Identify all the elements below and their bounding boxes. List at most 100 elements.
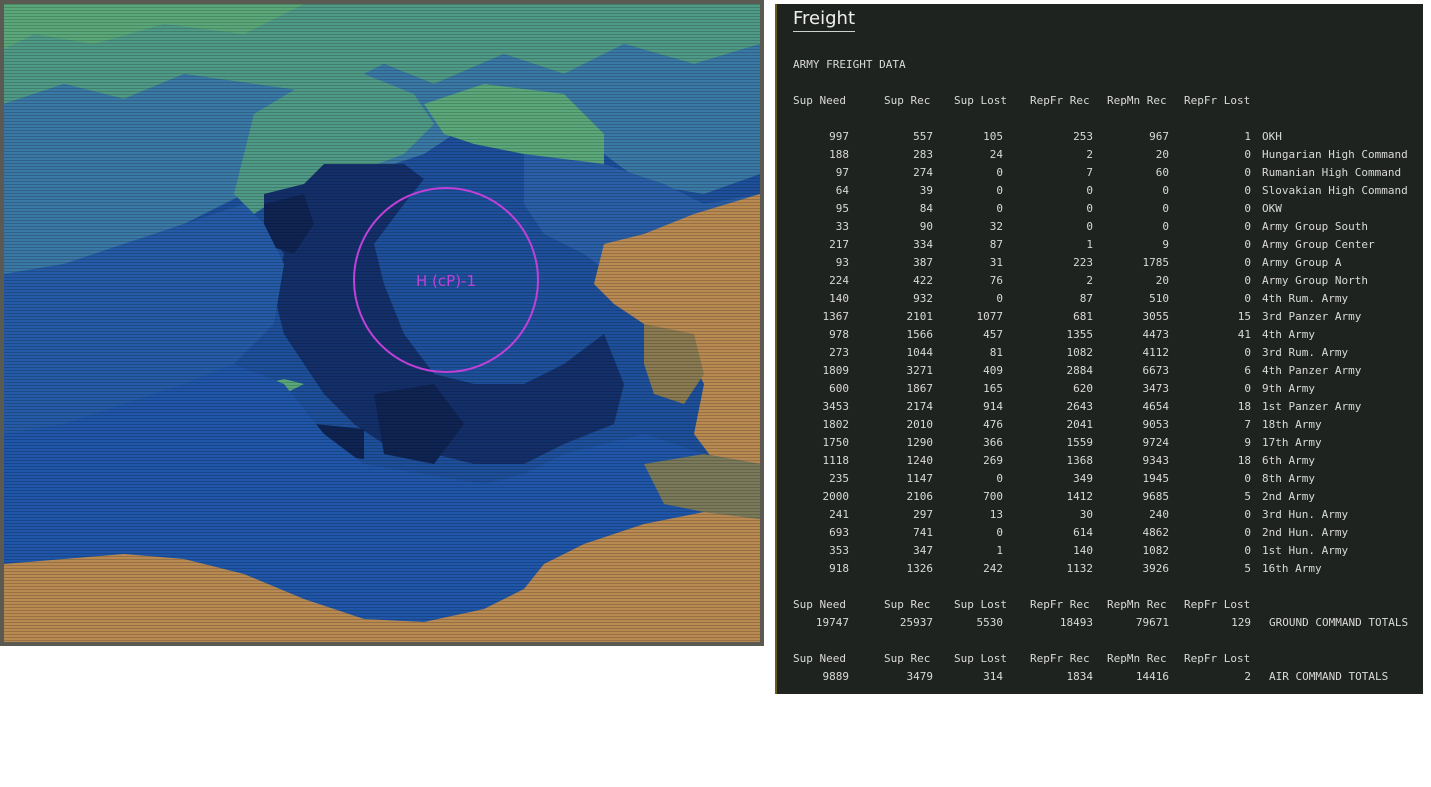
cell-sup-need: 9889 [822,670,850,683]
cell-unit-name: 18th Army [1262,418,1322,431]
cell-sup-need: 64 [835,184,849,197]
cell-sup-lost: 105 [983,130,1003,143]
cell-repfr-rec: 2041 [1066,418,1094,431]
cell-repfr-lost: 0 [1244,292,1251,305]
cell-sup-need: 19747 [815,616,849,629]
ground-totals-row: 19747 25937 5530 18493 79671 129 GROUND … [793,616,1408,634]
cell-repfr-lost: 0 [1244,382,1251,395]
cell-repfr-lost: 0 [1244,166,1251,179]
cell-sup-rec: 422 [913,274,933,287]
cell-unit-name: 4th Army [1262,328,1315,341]
cell-sup-lost: 87 [989,238,1003,251]
cell-sup-need: 224 [829,274,849,287]
cell-sup-rec: 334 [913,238,933,251]
cell-repfr-lost: 0 [1244,346,1251,359]
cell-repmn-rec: 9053 [1142,418,1170,431]
cell-sup-lost: 314 [983,670,1003,683]
cell-sup-rec: 39 [919,184,933,197]
cell-sup-rec: 84 [919,202,933,215]
cell-repfr-lost: 15 [1237,310,1251,323]
weather-map[interactable]: H (cP)-1 [4,4,760,642]
cell-sup-rec: 1326 [906,562,934,575]
cell-sup-lost: 13 [989,508,1003,521]
cell-repfr-rec: 1082 [1066,346,1094,359]
cell-unit-name: Rumanian High Command [1262,166,1402,179]
cell-sup-lost: 366 [983,436,1003,449]
cell-repmn-rec: 14416 [1135,670,1169,683]
cell-sup-need: 235 [829,472,849,485]
cell-sup-lost: 76 [989,274,1003,287]
cell-repfr-lost: 41 [1237,328,1251,341]
cell-unit-name: Hungarian High Command [1262,148,1408,161]
cell-sup-lost: 476 [983,418,1003,431]
cell-sup-need: 1118 [822,454,850,467]
cell-sup-rec: 347 [913,544,933,557]
cell-repmn-rec: 4473 [1142,328,1170,341]
cell-sup-lost: 0 [996,292,1003,305]
cell-repfr-lost: 7 [1244,418,1251,431]
cell-sup-lost: 5530 [976,616,1004,629]
cell-repfr-rec: 0 [1086,202,1093,215]
cell-sup-need: 188 [829,148,849,161]
cell-repfr-rec: 1412 [1066,490,1094,503]
col-header-sup-need: Sup Need [793,598,846,611]
cell-repfr-rec: 2643 [1066,400,1094,413]
cell-repmn-rec: 3926 [1142,562,1170,575]
cell-sup-lost: 24 [989,148,1003,161]
cell-unit-name: Army Group A [1262,256,1342,269]
cell-repmn-rec: 9343 [1142,454,1170,467]
cell-repfr-lost: 18 [1237,400,1251,413]
cell-repfr-lost: 0 [1244,544,1251,557]
cell-repmn-rec: 20 [1155,274,1169,287]
cell-repfr-lost: 0 [1244,238,1251,251]
cell-sup-rec: 297 [913,508,933,521]
cell-repmn-rec: 79671 [1135,616,1169,629]
cell-repfr-lost: 5 [1244,562,1251,575]
col-header-repfr-rec: RepFr Rec [1030,94,1090,107]
cell-sup-need: 1802 [822,418,850,431]
col-header-repmn-rec: RepMn Rec [1107,598,1167,611]
cell-total-label: AIR COMMAND TOTALS [1269,670,1389,683]
cell-sup-lost: 165 [983,382,1003,395]
col-header-sup-need: Sup Need [793,652,846,665]
cell-sup-lost: 81 [989,346,1003,359]
col-header-sup-lost: Sup Lost [954,94,1007,107]
cell-sup-need: 693 [829,526,849,539]
ground-totals-header-row: Sup Need Sup Rec Sup Lost RepFr Rec RepM… [793,598,1250,614]
col-header-repfr-lost: RepFr Lost [1184,652,1251,665]
air-totals-row: 9889 3479 314 1834 14416 2 AIR COMMAND T… [793,670,1389,688]
weather-map-frame: H (cP)-1 [0,0,764,646]
cell-sup-lost: 1077 [976,310,1004,323]
panel-edge [775,4,777,694]
col-header-repfr-rec: RepFr Rec [1030,598,1090,611]
section-label: ARMY FREIGHT DATA [793,58,906,71]
cell-sup-lost: 457 [983,328,1003,341]
cell-sup-need: 93 [835,256,849,269]
col-header-sup-rec: Sup Rec [884,652,931,665]
panel-title: Freight [793,8,856,32]
cell-repfr-lost: 2 [1244,670,1251,683]
cell-unit-name: 3rd Hun. Army [1262,508,1349,521]
cell-unit-name: 4th Rum. Army [1262,292,1349,305]
cell-sup-rec: 2174 [906,400,934,413]
cell-repmn-rec: 9 [1162,238,1169,251]
cell-repfr-rec: 0 [1086,184,1093,197]
pressure-system-label: H (cP)-1 [416,272,476,290]
cell-sup-need: 1750 [822,436,850,449]
cell-unit-name: 1st Panzer Army [1262,400,1362,413]
cell-unit-name: 3rd Panzer Army [1262,310,1362,323]
cell-sup-rec: 2010 [906,418,934,431]
cell-repfr-rec: 87 [1079,292,1093,305]
cell-repmn-rec: 4112 [1142,346,1170,359]
cell-sup-need: 3453 [822,400,850,413]
cell-sup-lost: 269 [983,454,1003,467]
cell-repmn-rec: 4654 [1142,400,1170,413]
cell-repfr-lost: 9 [1244,436,1251,449]
cell-repfr-rec: 1132 [1066,562,1094,575]
cell-repmn-rec: 1785 [1142,256,1170,269]
cell-sup-lost: 32 [989,220,1003,233]
col-header-sup-need: Sup Need [793,94,846,107]
cell-repmn-rec: 3473 [1142,382,1170,395]
cell-unit-name: 2nd Army [1262,490,1315,503]
cell-repfr-lost: 0 [1244,202,1251,215]
